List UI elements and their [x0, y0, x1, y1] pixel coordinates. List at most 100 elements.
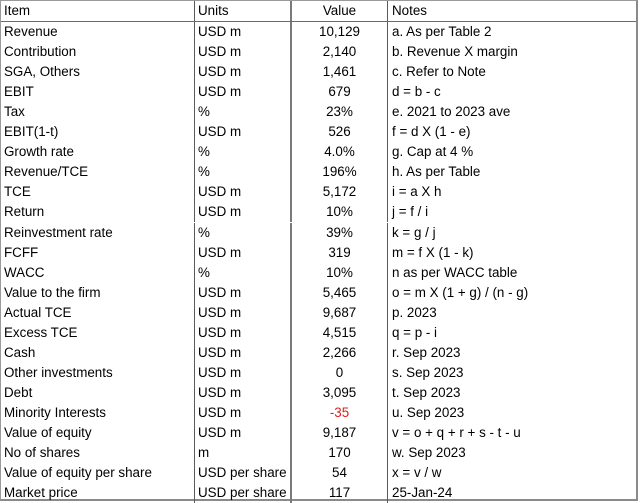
header-value: Value — [292, 1, 388, 21]
cell-item: SGA, Others — [1, 62, 195, 83]
cell-notes: m = f X (1 - k) — [392, 244, 474, 260]
table-row: Revenue/TCE% 196% h. As per Table — [1, 162, 636, 183]
cell-notes: n as per WACC table — [392, 264, 518, 280]
cell-units: USD per share — [195, 483, 292, 503]
cell-units: % — [195, 102, 292, 123]
cell-value: 39% — [292, 222, 388, 243]
cell-notes: g. Cap at 4 % — [392, 144, 474, 160]
cell-units: % — [195, 222, 292, 243]
cell-notes: r. Sep 2023 — [392, 344, 461, 360]
cell-value: 10,129 — [292, 22, 388, 42]
cell-units: % — [195, 142, 292, 163]
table-row: Reinvestment rate% 39% k = g / j — [1, 222, 636, 243]
cell-value: 9,187 — [292, 423, 388, 443]
cell-value: 4.0% — [292, 142, 388, 163]
cell-item: Other investments — [1, 362, 195, 383]
table-header-row: Item Units Value Notes — [1, 1, 636, 22]
table-row: Market price USD per share 117 25-Jan-24 — [1, 483, 636, 503]
cell-notes: a. As per Table 2 — [392, 24, 492, 39]
table-row: SGA, Others USD m 1,461 c. Refer to Note — [1, 62, 636, 83]
cell-notes: c. Refer to Note — [392, 64, 486, 80]
cell-units: USD m — [195, 302, 292, 323]
cell-notes: f = d X (1 - e) — [392, 124, 471, 140]
cell-notes: 25-Jan-24 — [392, 485, 453, 501]
cell-notes: p. 2023 — [392, 304, 437, 320]
cell-item: WACC — [1, 262, 195, 283]
cell-units: USD m — [195, 382, 292, 403]
cell-item: Debt — [1, 382, 195, 403]
cell-item: Contribution — [1, 42, 195, 63]
table-row: EBIT(1-t) USD m 526 f = d X (1 - e) — [1, 122, 636, 143]
cell-item: Market price — [1, 483, 195, 503]
table-row: No of shares m 170 w. Sep 2023 — [1, 443, 636, 464]
cell-item: Excess TCE — [1, 322, 195, 343]
cell-units: USD m — [195, 82, 292, 103]
cell-units: m — [195, 443, 292, 464]
table-row: Excess TCE USD m 4,515 q = p - i — [1, 322, 636, 343]
cell-item: Revenue/TCE — [1, 162, 195, 183]
cell-notes: j = f / i — [392, 204, 429, 220]
cell-notes: s. Sep 2023 — [392, 364, 464, 380]
header-notes: Notes — [392, 3, 427, 18]
cell-units: % — [195, 162, 292, 183]
cell-value: 526 — [292, 122, 388, 143]
header-units: Units — [195, 1, 292, 21]
table-row: TCE USD m 5,172 i = a X h — [1, 182, 636, 203]
cell-notes: u. Sep 2023 — [392, 404, 465, 420]
table-row: Other investments USD m 0 s. Sep 2023 — [1, 362, 636, 383]
cell-units: USD m — [195, 62, 292, 83]
cell-item: TCE — [1, 182, 195, 203]
cell-value: 679 — [292, 82, 388, 103]
cell-units: USD m — [195, 362, 292, 383]
table-row: Value of equity USD m 9,187 v = o + q + r +… — [1, 423, 636, 443]
cell-item: Reinvestment rate — [1, 222, 195, 243]
table-row: Value of equity per share USD per share 54… — [1, 463, 636, 484]
table-row: Cash USD m 2,266 r. Sep 2023 — [1, 342, 636, 363]
cell-notes: e. 2021 to 2023 ave — [392, 104, 511, 120]
cell-value: 2,266 — [292, 342, 388, 363]
cell-item: Actual TCE — [1, 302, 195, 323]
table-row: Growth rate% 4.0% g. Cap at 4 % — [1, 142, 636, 163]
cell-notes: w. Sep 2023 — [392, 445, 466, 461]
cell-notes: d = b - c — [392, 84, 441, 100]
cell-units: USD m — [195, 182, 292, 203]
header-item: Item — [1, 1, 195, 21]
cell-notes: x = v / w — [392, 465, 442, 481]
cell-value: 54 — [292, 463, 388, 484]
cell-item: EBIT — [1, 82, 195, 103]
cell-value: 9,687 — [292, 302, 388, 323]
cell-notes: q = p - i — [392, 324, 438, 340]
cell-value: 319 — [292, 242, 388, 263]
cell-notes: t. Sep 2023 — [392, 384, 461, 400]
cell-item: Growth rate — [1, 142, 195, 163]
cell-notes: h. As per Table — [392, 164, 481, 180]
table-row: Actual TCE USD m 9,687 p. 2023 — [1, 302, 636, 323]
cell-value: 23% — [292, 102, 388, 123]
cell-value: 196% — [292, 162, 388, 183]
cell-units: USD m — [195, 122, 292, 143]
cell-units: USD m — [195, 282, 292, 303]
cell-units: USD m — [195, 202, 292, 223]
cell-value: 2,140 — [292, 42, 388, 63]
table-row: EBIT USD m 679 d = b - c — [1, 82, 636, 103]
cell-notes: v = o + q + r + s - t - u — [392, 425, 521, 440]
table-row: Value to the firm USD m 5,465 o = m X (1 + … — [1, 282, 636, 303]
cell-value: 0 — [292, 362, 388, 383]
cell-units: USD m — [195, 22, 292, 42]
cell-item: Tax — [1, 102, 195, 123]
cell-value: 3,095 — [292, 382, 388, 403]
table-row: Minority Interests USD m -35 u. Sep 2023 — [1, 402, 636, 423]
cell-value: 117 — [292, 483, 388, 503]
cell-units: USD m — [195, 42, 292, 63]
cell-value: 5,465 — [292, 282, 388, 303]
cell-units: USD m — [195, 423, 292, 443]
cell-notes: k = g / j — [392, 224, 436, 240]
cell-item: Value of equity per share — [1, 463, 195, 484]
cell-item: Cash — [1, 342, 195, 363]
cell-value: 170 — [292, 443, 388, 464]
cell-item: Minority Interests — [1, 402, 195, 423]
table-row: Contribution USD m 2,140 b. Revenue X margi… — [1, 42, 636, 63]
table-row: Debt USD m 3,095 t. Sep 2023 — [1, 382, 636, 403]
cell-value: 1,461 — [292, 62, 388, 83]
cell-units: % — [195, 262, 292, 283]
